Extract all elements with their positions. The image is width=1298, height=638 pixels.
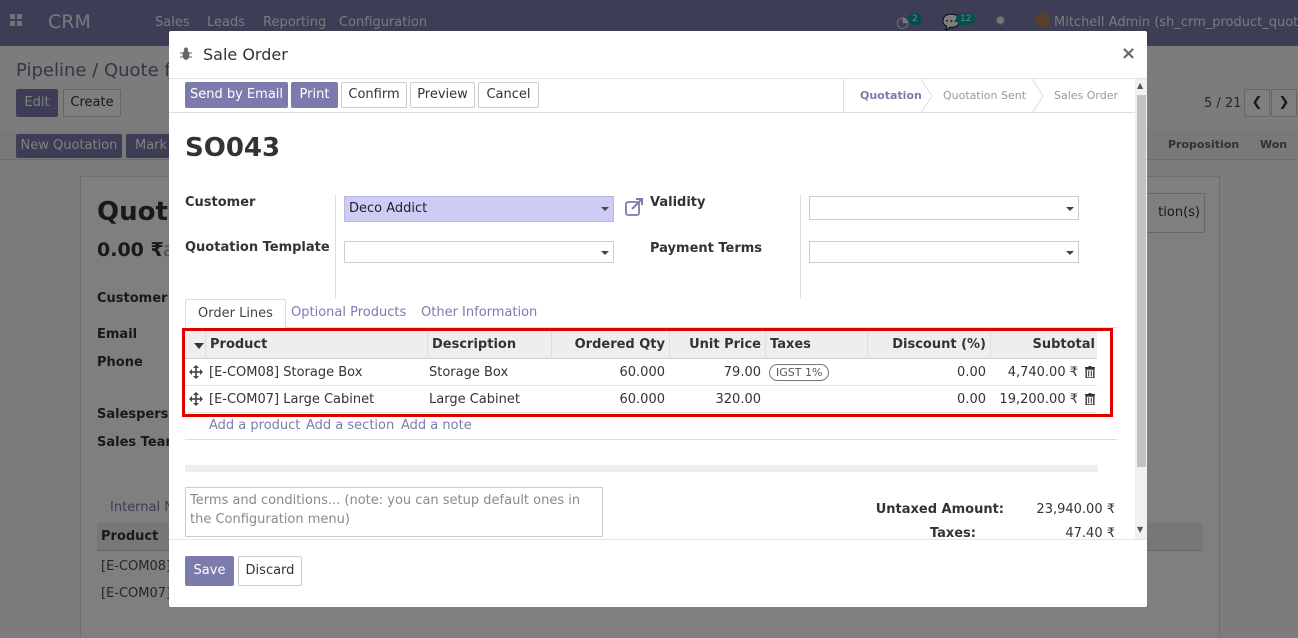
chevron-down-icon (1066, 251, 1074, 255)
external-link-icon[interactable] (624, 197, 644, 217)
chevron-down-icon (1066, 207, 1074, 211)
dialog-header: Sale Order × (169, 31, 1147, 79)
chevron-right-icon (921, 79, 933, 113)
untaxed-amount-value: 23,940.00 ₹ (1036, 502, 1115, 517)
bug-icon (180, 47, 192, 60)
close-icon[interactable]: × (1121, 43, 1136, 64)
state-sales-order[interactable]: Sales Order (1054, 89, 1118, 102)
validity-label: Validity (650, 195, 706, 210)
customer-select[interactable]: Deco Addict (344, 196, 614, 222)
dialog-footer: Save Discard (169, 539, 1147, 607)
add-product-link[interactable]: Add a product (209, 418, 300, 433)
state-quotation[interactable]: Quotation (860, 89, 922, 102)
taxes-value: 47.40 ₹ (1065, 526, 1115, 539)
chevron-right-icon (1032, 79, 1044, 113)
taxes-label: Taxes: (929, 526, 976, 539)
state-quotation-sent[interactable]: Quotation Sent (943, 89, 1026, 102)
scroll-down-arrow-icon[interactable]: ▼ (1137, 525, 1143, 534)
field-divider (335, 195, 336, 299)
table-footer-bar (185, 465, 1098, 472)
terms-textarea[interactable]: Terms and conditions... (note: you can s… (185, 487, 603, 537)
print-button[interactable]: Print (291, 82, 338, 108)
scrollbar-thumb[interactable] (1137, 95, 1146, 467)
send-by-email-button[interactable]: Send by Email (185, 82, 288, 108)
tab-other-information[interactable]: Other Information (409, 299, 549, 328)
order-name: SO043 (185, 133, 281, 163)
customer-value: Deco Addict (349, 201, 428, 216)
untaxed-amount-label: Untaxed Amount: (875, 502, 1004, 517)
save-button[interactable]: Save (185, 556, 234, 586)
payment-terms-label: Payment Terms (650, 241, 763, 256)
divider (185, 439, 1117, 440)
quotation-template-label: Quotation Template (185, 240, 330, 255)
dialog-body: Send by Email Print Confirm Preview Canc… (169, 79, 1147, 539)
order-state-bar: Quotation Quotation Sent Sales Order (843, 79, 1135, 113)
add-section-link[interactable]: Add a section (306, 418, 394, 433)
preview-button[interactable]: Preview (410, 82, 475, 108)
chevron-down-icon (601, 251, 609, 255)
scroll-up-arrow-icon[interactable]: ▲ (1137, 81, 1143, 90)
field-divider (800, 195, 801, 299)
validity-date-field[interactable] (809, 196, 1079, 220)
payment-terms-select[interactable] (809, 241, 1079, 263)
customer-label: Customer (185, 195, 256, 210)
cancel-button[interactable]: Cancel (478, 82, 539, 108)
add-note-link[interactable]: Add a note (401, 418, 472, 433)
dialog-title: Sale Order (203, 45, 288, 64)
chevron-down-icon (601, 207, 609, 211)
tab-order-lines[interactable]: Order Lines (185, 299, 286, 328)
dialog-scrollbar[interactable]: ▲ ▼ (1135, 79, 1147, 539)
order-statusbar: Send by Email Print Confirm Preview Canc… (169, 79, 1135, 113)
order-tabs: Order Lines Optional Products Other Info… (185, 299, 1117, 328)
quotation-template-select[interactable] (344, 241, 614, 263)
highlight-box (182, 328, 1113, 417)
confirm-button[interactable]: Confirm (341, 82, 407, 108)
discard-button[interactable]: Discard (238, 556, 302, 586)
sale-order-dialog: Sale Order × Send by Email Print Confirm… (169, 31, 1147, 607)
tab-optional-products[interactable]: Optional Products (279, 299, 418, 328)
